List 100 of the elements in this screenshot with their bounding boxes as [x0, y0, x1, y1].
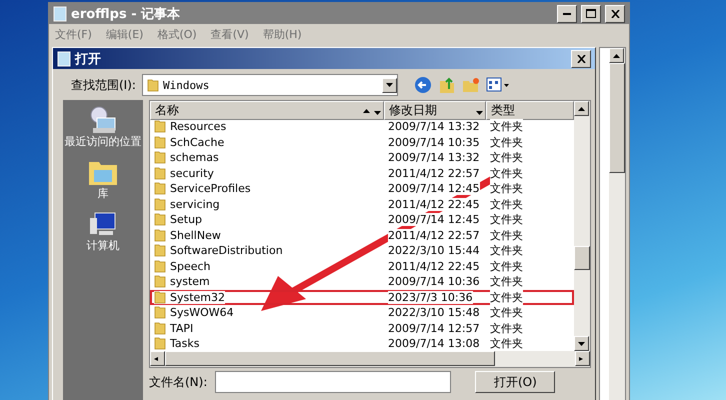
highlighted-file-row[interactable]: System32 2023/7/3 10:36 文件夹 — [150, 290, 574, 305]
file-name-field[interactable] — [215, 371, 452, 393]
window-title: erofflps - 记事本 — [71, 6, 182, 22]
notepad-icon — [53, 6, 67, 22]
arrow-icon — [154, 356, 161, 360]
file-name: servicing — [170, 198, 220, 211]
file-row[interactable]: SysWOW64 2022/3/10 15:48 文件夹 — [150, 305, 574, 320]
horizontal-scrollbar[interactable] — [150, 351, 590, 367]
file-row[interactable]: Resources 2009/7/14 13:32 文件夹 — [150, 119, 574, 134]
file-name: security — [170, 166, 214, 180]
type-cell: 文件夹 — [490, 305, 523, 320]
folder-icon — [154, 306, 166, 320]
scrollbar-thumb[interactable] — [165, 351, 495, 366]
back-icon[interactable] — [414, 76, 432, 94]
close-button[interactable] — [605, 4, 625, 22]
text-area[interactable] — [599, 47, 626, 400]
look-in-label: 查找范围(I): — [71, 76, 136, 94]
date-cell: 2023/7/3 10:36 — [388, 290, 473, 304]
folder-icon — [154, 260, 166, 273]
folder-icon — [154, 120, 166, 134]
file-row[interactable]: SoftwareDistribution 2022/3/10 15:44 文件夹 — [150, 243, 574, 258]
maximize-button[interactable] — [581, 4, 601, 22]
date-cell: 2009/7/14 10:36 — [388, 275, 480, 288]
type-cell: 文件夹 — [490, 134, 523, 150]
type-cell: 文件夹 — [490, 166, 523, 181]
dialog-title: 打开 — [75, 50, 102, 68]
file-name: SoftwareDistribution — [170, 244, 283, 258]
folder-icon — [146, 78, 159, 92]
type-cell: 文件夹 — [490, 150, 523, 166]
folder-icon — [154, 322, 166, 335]
folder-icon — [154, 151, 166, 164]
file-name: SysWOW64 — [170, 306, 234, 320]
date-cell: 2009/7/14 13:08 — [388, 337, 480, 350]
type-cell: 文件夹 — [490, 228, 523, 243]
arrow-icon — [578, 106, 585, 110]
caret-icon — [374, 110, 381, 114]
close-icon — [610, 10, 620, 18]
folder-icon — [154, 136, 166, 149]
file-row[interactable]: Tasks 2009/7/14 13:08 文件夹 — [150, 336, 574, 351]
date-cell: 2009/7/14 12:57 — [388, 322, 480, 335]
minimize-button[interactable] — [557, 4, 577, 22]
file-name: ServiceProfiles — [170, 182, 251, 196]
dropdown-button[interactable] — [382, 78, 397, 92]
file-row[interactable]: Speech 2011/4/12 22:45 文件夹 — [150, 258, 574, 274]
column-header[interactable]: 名称 — [150, 101, 384, 120]
type-cell: 文件夹 — [490, 196, 523, 212]
folder-icon — [154, 275, 166, 288]
type-cell: 文件夹 — [490, 119, 523, 134]
date-cell: 2009/7/14 12:45 — [388, 213, 480, 226]
places-item[interactable]: 库 — [64, 158, 142, 200]
folder-icon — [154, 244, 166, 258]
column-header[interactable]: 修改日期 — [384, 101, 486, 120]
type-cell: 文件夹 — [490, 212, 523, 228]
scrollbar[interactable] — [609, 48, 625, 400]
minimize-icon — [563, 12, 571, 14]
date-cell: 2011/4/12 22:45 — [388, 260, 480, 273]
file-name: System32 — [170, 290, 226, 304]
column-header[interactable]: 类型 — [486, 101, 574, 120]
type-cell: 文件夹 — [490, 320, 523, 336]
arrow-icon — [578, 342, 585, 346]
file-row[interactable]: ShellNew 2011/4/12 22:57 文件夹 — [150, 228, 574, 243]
file-row[interactable]: TAPI 2009/7/14 12:57 文件夹 — [150, 320, 574, 336]
file-name: Speech — [170, 260, 211, 273]
date-cell: 2011/4/12 22:45 — [388, 198, 480, 211]
scrollbar[interactable] — [574, 101, 590, 351]
folder-icon — [154, 166, 166, 180]
arrow-icon — [613, 54, 620, 58]
folder-icon — [154, 290, 166, 304]
file-row[interactable]: security 2011/4/12 22:57 文件夹 — [150, 166, 574, 181]
caret-icon — [476, 110, 483, 114]
file-name: SchCache — [170, 136, 224, 149]
scrollbar-thumb[interactable] — [574, 246, 590, 270]
date-cell: 2009/7/14 13:32 — [388, 120, 480, 134]
view-menu-icon[interactable] — [486, 77, 510, 93]
file-row[interactable]: servicing 2011/4/12 22:45 文件夹 — [150, 196, 574, 212]
close-button[interactable] — [571, 50, 591, 68]
places-item[interactable]: 最近访问的位置 — [64, 106, 142, 148]
file-name: TAPI — [170, 322, 194, 335]
file-row[interactable]: SchCache 2009/7/14 10:35 文件夹 — [150, 134, 574, 150]
file-row[interactable]: system 2009/7/14 10:36 文件夹 — [150, 274, 574, 290]
date-cell: 2011/4/12 22:57 — [388, 166, 480, 180]
file-row[interactable]: Setup 2009/7/14 12:45 文件夹 — [150, 212, 574, 228]
file-row[interactable]: schemas 2009/7/14 13:32 文件夹 — [150, 150, 574, 166]
type-cell: 文件夹 — [490, 274, 523, 290]
scrollbar-thumb[interactable] — [609, 63, 625, 173]
date-cell: 2009/7/14 13:32 — [388, 151, 480, 164]
folder-icon — [154, 228, 166, 242]
type-cell: 文件夹 — [490, 258, 523, 274]
file-name: Resources — [170, 120, 226, 134]
open-button[interactable]: 打开(O) — [475, 371, 556, 393]
file-name: schemas — [170, 151, 219, 164]
notepad-icon — [57, 50, 71, 66]
type-cell: 文件夹 — [490, 336, 523, 351]
look-in-dropdown[interactable]: Windows — [142, 74, 398, 96]
file-name: ShellNew — [170, 228, 221, 242]
date-cell: 2022/3/10 15:44 — [388, 244, 480, 258]
type-cell: 文件夹 — [490, 290, 523, 305]
file-row[interactable]: ServiceProfiles 2009/7/14 12:45 文件夹 — [150, 181, 574, 196]
date-cell: 2009/7/14 12:45 — [388, 182, 480, 196]
places-item[interactable]: 计算机 — [64, 210, 142, 252]
